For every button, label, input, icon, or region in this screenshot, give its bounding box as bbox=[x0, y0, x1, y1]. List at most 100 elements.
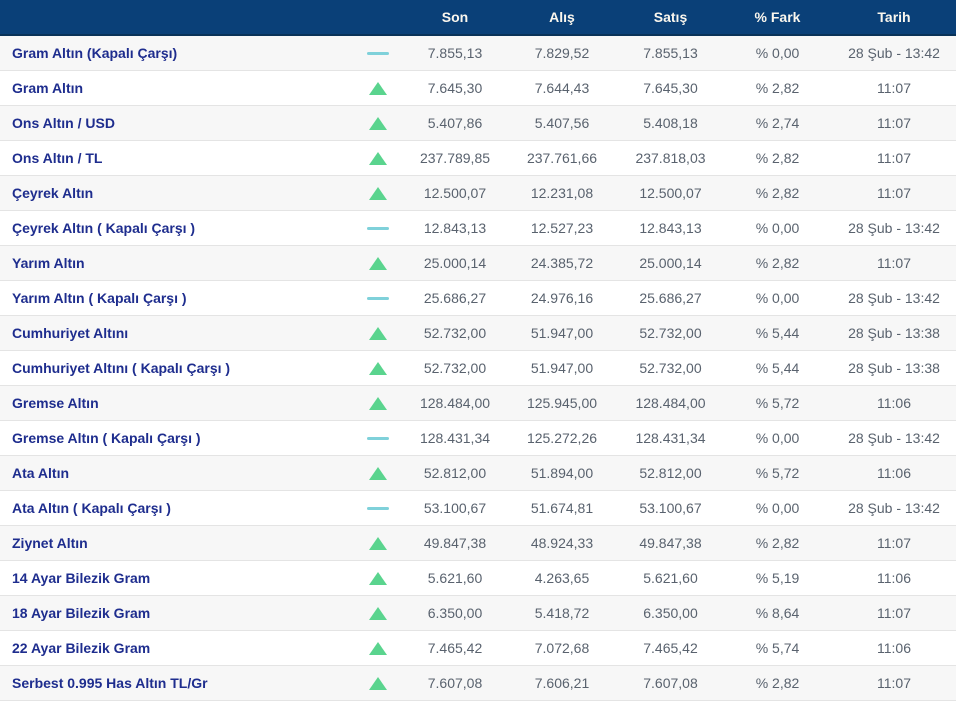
fark-value: % 2,82 bbox=[755, 80, 800, 96]
instrument-name[interactable]: Gremse Altın ( Kapalı Çarşı ) bbox=[0, 430, 352, 446]
instrument-name[interactable]: 22 Ayar Bilezik Gram bbox=[0, 640, 352, 656]
alis-value: 7.644,43 bbox=[534, 80, 590, 96]
tarih-value: 11:07 bbox=[877, 255, 911, 271]
instrument-name[interactable]: Ata Altın bbox=[0, 465, 352, 481]
fark-value: % 0,00 bbox=[755, 500, 800, 516]
table-row[interactable]: Yarım Altın 25.000,14 24.385,72 25.000,1… bbox=[0, 246, 956, 281]
table-row[interactable]: 14 Ayar Bilezik Gram 5.621,60 4.263,65 5… bbox=[0, 561, 956, 596]
header-fark: % Fark bbox=[754, 9, 801, 25]
instrument-name[interactable]: Gremse Altın bbox=[0, 395, 352, 411]
trend-icon-cell bbox=[352, 116, 404, 130]
satis-value: 52.732,00 bbox=[639, 360, 702, 376]
instrument-name[interactable]: 18 Ayar Bilezik Gram bbox=[0, 605, 352, 621]
satis-value: 7.645,30 bbox=[643, 80, 698, 96]
satis-value: 7.607,08 bbox=[643, 675, 698, 691]
trend-icon-cell bbox=[352, 466, 404, 480]
trend-up-icon bbox=[369, 256, 387, 270]
trend-icon-cell bbox=[352, 51, 404, 55]
trend-icon-cell bbox=[352, 361, 404, 375]
son-value: 52.732,00 bbox=[423, 325, 487, 341]
fark-value: % 5,44 bbox=[755, 325, 800, 341]
tarih-value: 28 Şub - 13:38 bbox=[848, 325, 940, 341]
trend-icon-cell bbox=[352, 81, 404, 95]
instrument-name[interactable]: Çeyrek Altın bbox=[0, 185, 352, 201]
alis-value: 7.072,68 bbox=[534, 640, 590, 656]
alis-value: 7.829,52 bbox=[534, 45, 590, 61]
son-value: 12.500,07 bbox=[423, 185, 487, 201]
tarih-value: 11:07 bbox=[877, 535, 911, 551]
satis-value: 6.350,00 bbox=[643, 605, 698, 621]
trend-icon-cell bbox=[352, 326, 404, 340]
fark-value: % 8,64 bbox=[755, 605, 800, 621]
instrument-name[interactable]: Ziynet Altın bbox=[0, 535, 352, 551]
tarih-value: 11:07 bbox=[877, 675, 911, 691]
satis-value: 5.621,60 bbox=[643, 570, 698, 586]
trend-icon-cell bbox=[352, 151, 404, 165]
table-row[interactable]: Ziynet Altın 49.847,38 48.924,33 49.847,… bbox=[0, 526, 956, 561]
fark-value: % 5,44 bbox=[755, 360, 800, 376]
alis-value: 4.263,65 bbox=[534, 570, 590, 586]
table-row[interactable]: Çeyrek Altın 12.500,07 12.231,08 12.500,… bbox=[0, 176, 956, 211]
instrument-name[interactable]: 14 Ayar Bilezik Gram bbox=[0, 570, 352, 586]
table-row[interactable]: Ata Altın ( Kapalı Çarşı ) 53.100,67 51.… bbox=[0, 491, 956, 526]
table-row[interactable]: 18 Ayar Bilezik Gram 6.350,00 5.418,72 6… bbox=[0, 596, 956, 631]
trend-icon-cell bbox=[352, 186, 404, 200]
alis-value: 51.947,00 bbox=[530, 360, 594, 376]
tarih-value: 11:06 bbox=[877, 395, 911, 411]
alis-value: 12.527,23 bbox=[530, 220, 594, 236]
tarih-value: 28 Şub - 13:42 bbox=[848, 45, 940, 61]
instrument-name[interactable]: Çeyrek Altın ( Kapalı Çarşı ) bbox=[0, 220, 352, 236]
table-row[interactable]: Ons Altın / TL 237.789,85 237.761,66 237… bbox=[0, 141, 956, 176]
instrument-name[interactable]: Ons Altın / TL bbox=[0, 150, 352, 166]
satis-value: 5.408,18 bbox=[643, 115, 698, 131]
instrument-name[interactable]: Ons Altın / USD bbox=[0, 115, 352, 131]
trend-up-icon bbox=[369, 116, 387, 130]
table-row[interactable]: Gremse Altın 128.484,00 125.945,00 128.4… bbox=[0, 386, 956, 421]
alis-value: 24.385,72 bbox=[530, 255, 594, 271]
table-header-row: Son Alış Satış % Fark Tarih bbox=[0, 0, 956, 36]
alis-value: 51.947,00 bbox=[530, 325, 594, 341]
table-row[interactable]: Gram Altın 7.645,30 7.644,43 7.645,30 % … bbox=[0, 71, 956, 106]
table-row[interactable]: Gram Altın (Kapalı Çarşı) 7.855,13 7.829… bbox=[0, 36, 956, 71]
fark-value: % 0,00 bbox=[755, 290, 800, 306]
trend-up-icon bbox=[369, 361, 387, 375]
satis-value: 25.000,14 bbox=[639, 255, 702, 271]
table-row[interactable]: Serbest 0.995 Has Altın TL/Gr 7.607,08 7… bbox=[0, 666, 956, 701]
instrument-name[interactable]: Yarım Altın ( Kapalı Çarşı ) bbox=[0, 290, 352, 306]
instrument-name[interactable]: Yarım Altın bbox=[0, 255, 352, 271]
table-row[interactable]: Gremse Altın ( Kapalı Çarşı ) 128.431,34… bbox=[0, 421, 956, 456]
table-body: Gram Altın (Kapalı Çarşı) 7.855,13 7.829… bbox=[0, 36, 956, 701]
satis-value: 237.818,03 bbox=[635, 150, 706, 166]
fark-value: % 0,00 bbox=[755, 430, 800, 446]
instrument-name[interactable]: Gram Altın (Kapalı Çarşı) bbox=[0, 45, 352, 61]
instrument-name[interactable]: Serbest 0.995 Has Altın TL/Gr bbox=[0, 675, 352, 691]
fark-value: % 5,72 bbox=[755, 465, 800, 481]
tarih-value: 28 Şub - 13:42 bbox=[848, 290, 940, 306]
trend-icon-cell bbox=[352, 226, 404, 230]
satis-value: 52.812,00 bbox=[639, 465, 702, 481]
table-row[interactable]: Cumhuriyet Altını 52.732,00 51.947,00 52… bbox=[0, 316, 956, 351]
satis-value: 7.855,13 bbox=[643, 45, 698, 61]
table-row[interactable]: Çeyrek Altın ( Kapalı Çarşı ) 12.843,13 … bbox=[0, 211, 956, 246]
trend-up-icon bbox=[369, 606, 387, 620]
trend-up-icon bbox=[369, 396, 387, 410]
instrument-name[interactable]: Gram Altın bbox=[0, 80, 352, 96]
instrument-name[interactable]: Cumhuriyet Altını bbox=[0, 325, 352, 341]
table-row[interactable]: Ons Altın / USD 5.407,86 5.407,56 5.408,… bbox=[0, 106, 956, 141]
trend-up-icon bbox=[369, 326, 387, 340]
tarih-value: 11:06 bbox=[877, 570, 911, 586]
header-satis: Satış bbox=[653, 9, 688, 25]
son-value: 52.732,00 bbox=[423, 360, 487, 376]
son-value: 128.484,00 bbox=[419, 395, 491, 411]
trend-up-icon bbox=[369, 641, 387, 655]
instrument-name[interactable]: Cumhuriyet Altını ( Kapalı Çarşı ) bbox=[0, 360, 352, 376]
son-value: 5.621,60 bbox=[427, 570, 483, 586]
trend-up-icon bbox=[369, 571, 387, 585]
trend-icon-cell bbox=[352, 296, 404, 300]
tarih-value: 11:07 bbox=[877, 150, 911, 166]
table-row[interactable]: Ata Altın 52.812,00 51.894,00 52.812,00 … bbox=[0, 456, 956, 491]
table-row[interactable]: Yarım Altın ( Kapalı Çarşı ) 25.686,27 2… bbox=[0, 281, 956, 316]
instrument-name[interactable]: Ata Altın ( Kapalı Çarşı ) bbox=[0, 500, 352, 516]
table-row[interactable]: 22 Ayar Bilezik Gram 7.465,42 7.072,68 7… bbox=[0, 631, 956, 666]
table-row[interactable]: Cumhuriyet Altını ( Kapalı Çarşı ) 52.73… bbox=[0, 351, 956, 386]
